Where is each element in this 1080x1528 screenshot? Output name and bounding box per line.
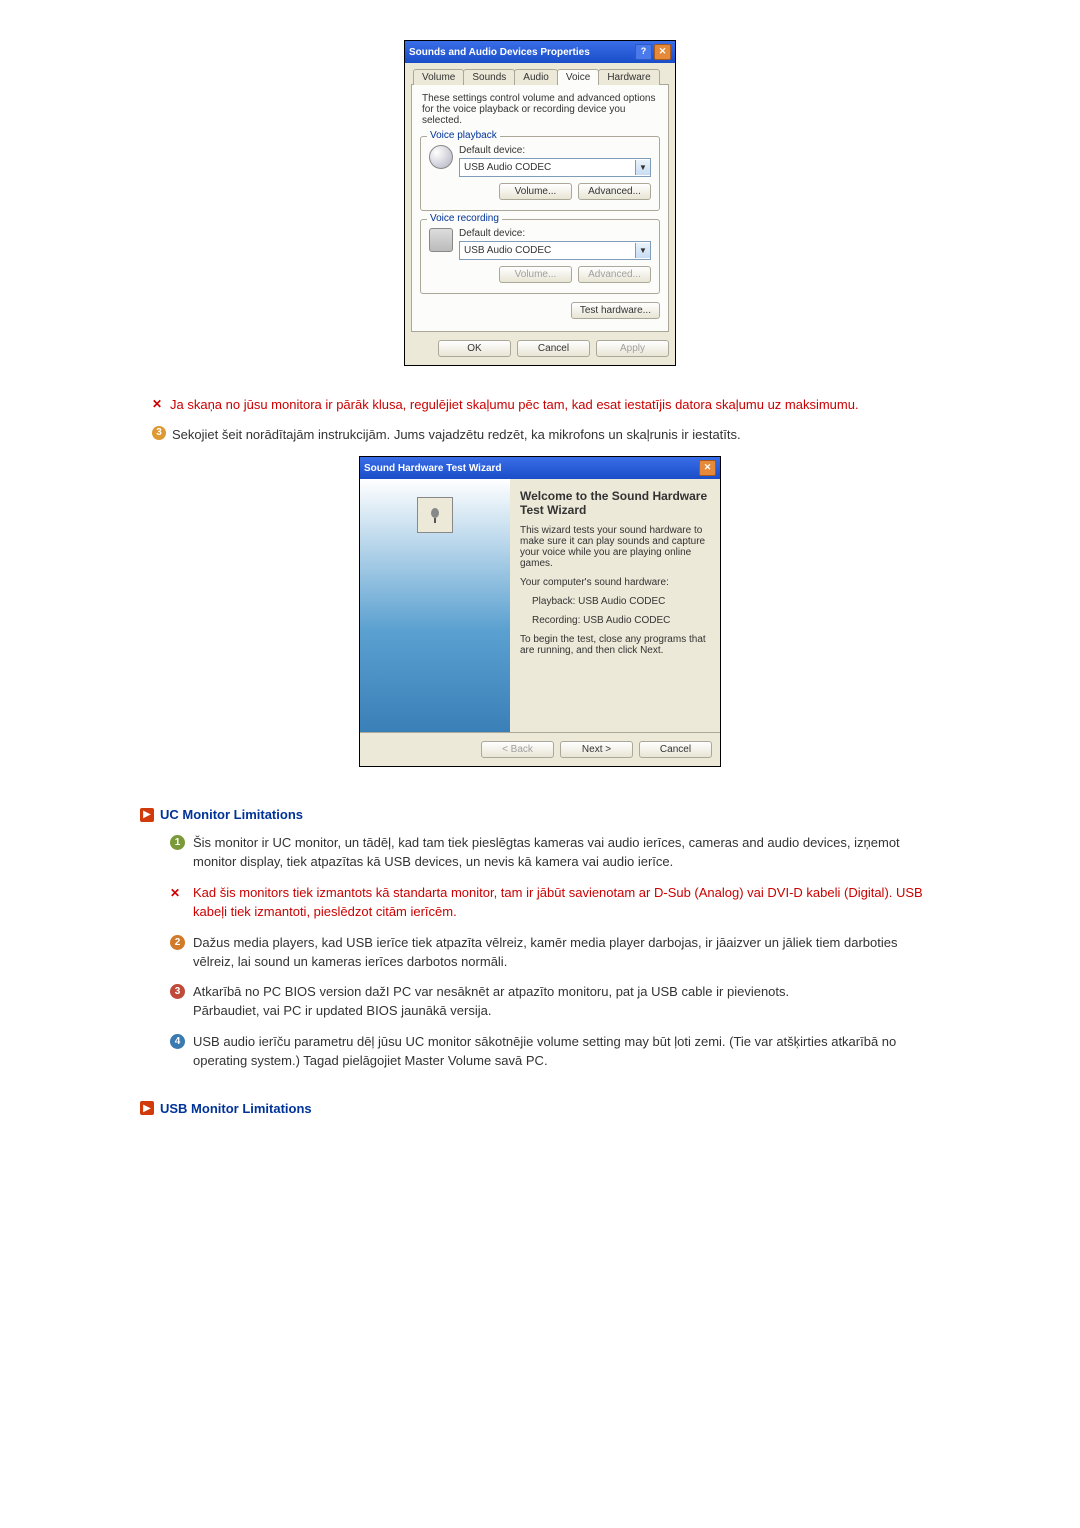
recording-device-combo[interactable]: USB Audio CODEC ▼	[459, 241, 651, 260]
play-icon: ▶	[140, 1101, 154, 1115]
dialog-title: Sounds and Audio Devices Properties	[409, 47, 590, 58]
microphone-icon	[417, 497, 453, 533]
close-button[interactable]: ✕	[654, 44, 671, 60]
wizard-recording: Recording: USB Audio CODEC	[532, 615, 708, 626]
note-3: 3 Sekojiet šeit norādītajām instrukcijām…	[152, 426, 940, 444]
microphone-icon	[429, 228, 453, 252]
wizard-playback: Playback: USB Audio CODEC	[532, 596, 708, 607]
wizard-sidebar	[360, 479, 510, 732]
close-button[interactable]: ✕	[699, 460, 716, 476]
uc-item-4-text: USB audio ierīču parametru dēļ jūsu UC m…	[193, 1033, 940, 1071]
playback-device-combo[interactable]: USB Audio CODEC ▼	[459, 158, 651, 177]
uc-item-1-text: Šis monitor ir UC monitor, un tādēļ, kad…	[193, 834, 940, 872]
section-uc-title: UC Monitor Limitations	[160, 807, 303, 822]
back-button: < Back	[481, 741, 554, 758]
tab-description: These settings control volume and advanc…	[422, 93, 658, 126]
playback-group-label: Voice playback	[427, 130, 500, 141]
bullet-1-icon: 1	[170, 835, 185, 850]
next-button[interactable]: Next >	[560, 741, 633, 758]
chevron-down-icon: ▼	[635, 160, 650, 175]
wizard-main: Welcome to the Sound Hardware Test Wizar…	[510, 479, 720, 732]
wizard-heading: Welcome to the Sound Hardware Test Wizar…	[520, 489, 708, 517]
playback-device-value: USB Audio CODEC	[460, 162, 635, 173]
recording-device-label: Default device:	[459, 228, 651, 239]
bullet-2-icon: 2	[170, 935, 185, 950]
chevron-down-icon: ▼	[635, 243, 650, 258]
playback-advanced-button[interactable]: Advanced...	[578, 183, 651, 200]
uc-item-1: 1 Šis monitor ir UC monitor, un tādēļ, k…	[170, 834, 940, 872]
recording-advanced-button: Advanced...	[578, 266, 651, 283]
uc-item-x-text: Kad šis monitors tiek izmantots kā stand…	[193, 884, 940, 922]
bullet-4-icon: 4	[170, 1034, 185, 1049]
tab-voice[interactable]: Voice	[557, 69, 599, 85]
wizard-p1: This wizard tests your sound hardware to…	[520, 525, 708, 569]
uc-item-4: 4 USB audio ierīču parametru dēļ jūsu UC…	[170, 1033, 940, 1071]
dialog-titlebar[interactable]: Sounds and Audio Devices Properties ? ✕	[405, 41, 675, 63]
uc-item-2: 2 Dažus media players, kad USB ierīce ti…	[170, 934, 940, 972]
step-3-icon: 3	[152, 426, 166, 440]
page-content: Sounds and Audio Devices Properties ? ✕ …	[0, 0, 1080, 1188]
wizard-p2: Your computer's sound hardware:	[520, 577, 708, 588]
test-hardware-button[interactable]: Test hardware...	[571, 302, 660, 319]
recording-group-label: Voice recording	[427, 213, 502, 224]
uc-item-3-text: Atkarībā no PC BIOS version dažI PC var …	[193, 983, 940, 1021]
play-icon: ▶	[140, 808, 154, 822]
sound-test-wizard: Sound Hardware Test Wizard ✕ Welcome to …	[359, 456, 721, 767]
tab-sounds[interactable]: Sounds	[463, 69, 515, 85]
voice-playback-group: Voice playback Default device: USB Audio…	[420, 136, 660, 211]
recording-device-value: USB Audio CODEC	[460, 245, 635, 256]
recording-volume-button: Volume...	[499, 266, 572, 283]
cancel-button[interactable]: Cancel	[517, 340, 590, 357]
dialog-tabs: Volume Sounds Audio Voice Hardware	[413, 69, 669, 85]
ok-button[interactable]: OK	[438, 340, 511, 357]
tab-volume[interactable]: Volume	[413, 69, 464, 85]
uc-item-2-text: Dažus media players, kad USB ierīce tiek…	[193, 934, 940, 972]
apply-button: Apply	[596, 340, 669, 357]
tab-hardware[interactable]: Hardware	[598, 69, 659, 85]
speaker-icon	[429, 145, 453, 169]
note-x-text: Ja skaņa no jūsu monitora ir pārāk klusa…	[170, 396, 940, 414]
uc-item-3: 3 Atkarībā no PC BIOS version dažI PC va…	[170, 983, 940, 1021]
note-3-text: Sekojiet šeit norādītajām instrukcijām. …	[172, 426, 940, 444]
voice-recording-group: Voice recording Default device: USB Audi…	[420, 219, 660, 294]
playback-device-label: Default device:	[459, 145, 651, 156]
bullet-3-icon: 3	[170, 984, 185, 999]
section-usb-limitations: ▶ USB Monitor Limitations	[140, 1101, 940, 1116]
section-usb-title: USB Monitor Limitations	[160, 1101, 312, 1116]
wizard-titlebar[interactable]: Sound Hardware Test Wizard ✕	[360, 457, 720, 479]
x-icon: ✕	[170, 885, 185, 922]
wizard-title: Sound Hardware Test Wizard	[364, 463, 502, 474]
x-icon: ✕	[152, 396, 164, 414]
tab-audio[interactable]: Audio	[514, 69, 558, 85]
cancel-button[interactable]: Cancel	[639, 741, 712, 758]
section-uc-limitations: ▶ UC Monitor Limitations	[140, 807, 940, 822]
note-x: ✕ Ja skaņa no jūsu monitora ir pārāk klu…	[152, 396, 940, 414]
help-button[interactable]: ?	[635, 44, 652, 60]
uc-item-x: ✕ Kad šis monitors tiek izmantots kā sta…	[170, 884, 940, 922]
wizard-p3: To begin the test, close any programs th…	[520, 634, 708, 656]
playback-volume-button[interactable]: Volume...	[499, 183, 572, 200]
audio-properties-dialog: Sounds and Audio Devices Properties ? ✕ …	[404, 40, 676, 366]
